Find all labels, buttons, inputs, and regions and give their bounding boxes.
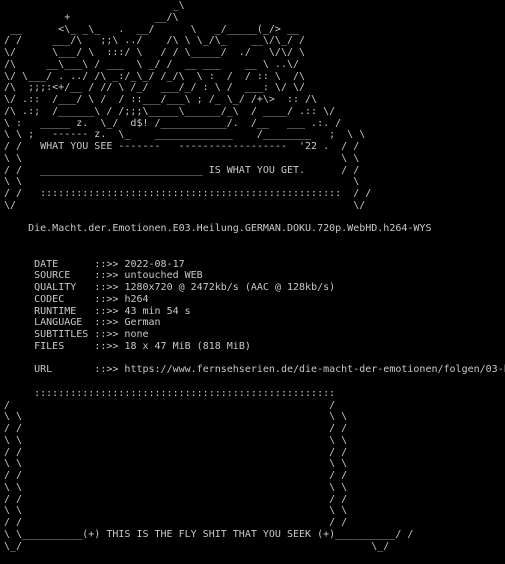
banner-ascii-art: _\ + __/\ __ <\_ _\_ . __/ \ _/_____(_/>…: [4, 0, 372, 211]
info-value: untouched WEB: [124, 270, 203, 282]
spacer: [4, 247, 505, 259]
nfo-viewer: _\ + __/\ __ <\_ _\_ . __/ \ _/_____(_/>…: [4, 0, 505, 564]
separator: ::::::::::::::::::::::::::::::::::::::::…: [34, 387, 336, 399]
info-gap: ::>>: [76, 282, 125, 293]
info-row: DATE ::>> 2022-08-17: [4, 259, 505, 271]
info-gap: ::>>: [88, 329, 125, 340]
frame-sides: / / \ \ \ \ / / / / \ \ \ \ / / / / \ \ …: [4, 399, 348, 529]
info-label: FILES: [34, 340, 65, 352]
info-value: h264: [124, 293, 149, 305]
info-label: SUBTITLES: [34, 329, 89, 340]
info-gap: ::>>: [70, 270, 125, 282]
release-name-text: Die.Macht.der.Emotionen.E03.Heilung.GERM…: [28, 223, 432, 235]
info-row: SOURCE ::>> untouched WEB: [4, 270, 505, 282]
info-gap: ::>>: [76, 305, 125, 317]
info-label: DATE: [34, 258, 59, 270]
info-fields: DATE ::>> 2022-08-17 SOURCE ::>> untouch…: [4, 259, 505, 353]
spacer: [4, 212, 505, 224]
info-label: RUNTIME: [34, 305, 77, 317]
info-gap: ::>>: [64, 293, 125, 305]
footer-line: \ \__________(+) THIS IS THE FLY SHIT TH…: [4, 528, 414, 552]
spacer: [4, 353, 505, 365]
info-value: 18 x 47 MiB (818 MiB): [124, 340, 251, 352]
info-row: LANGUAGE ::>> German: [4, 317, 505, 329]
info-label: CODEC: [34, 293, 65, 305]
info-row: CODEC ::>> h264: [4, 294, 505, 306]
info-label: SOURCE: [34, 270, 71, 282]
info-value: none: [124, 329, 149, 340]
info-gap: ::>>: [58, 258, 125, 270]
info-value: 2022-08-17: [124, 258, 185, 270]
info-row: SUBTITLES ::>> none: [4, 329, 505, 341]
release-name: Die.Macht.der.Emotionen.E03.Heilung.GERM…: [4, 223, 505, 235]
info-row: FILES ::>> 18 x 47 MiB (818 MiB): [4, 341, 505, 353]
url-label: URL: [34, 364, 53, 376]
info-label: QUALITY: [34, 282, 77, 293]
spacer: [4, 235, 505, 247]
info-value: 1280x720 @ 2472kb/s (AAC @ 128kb/s): [124, 282, 336, 293]
info-value: 43 min 54 s: [124, 305, 191, 317]
info-gap: ::>>: [82, 317, 125, 329]
spacer: [4, 376, 505, 388]
info-row: QUALITY ::>> 1280x720 @ 2472kb/s (AAC @ …: [4, 282, 505, 294]
info-row: RUNTIME ::>> 43 min 54 s: [4, 306, 505, 318]
url-line: URL ::>> https://www.fernsehserien.de/di…: [4, 364, 505, 376]
info-value: German: [124, 317, 161, 329]
url-value: https://www.fernsehserien.de/die-macht-d…: [124, 364, 505, 376]
info-label: LANGUAGE: [34, 317, 83, 329]
info-gap: ::>>: [64, 340, 125, 352]
separator-line: ::::::::::::::::::::::::::::::::::::::::…: [4, 388, 505, 400]
